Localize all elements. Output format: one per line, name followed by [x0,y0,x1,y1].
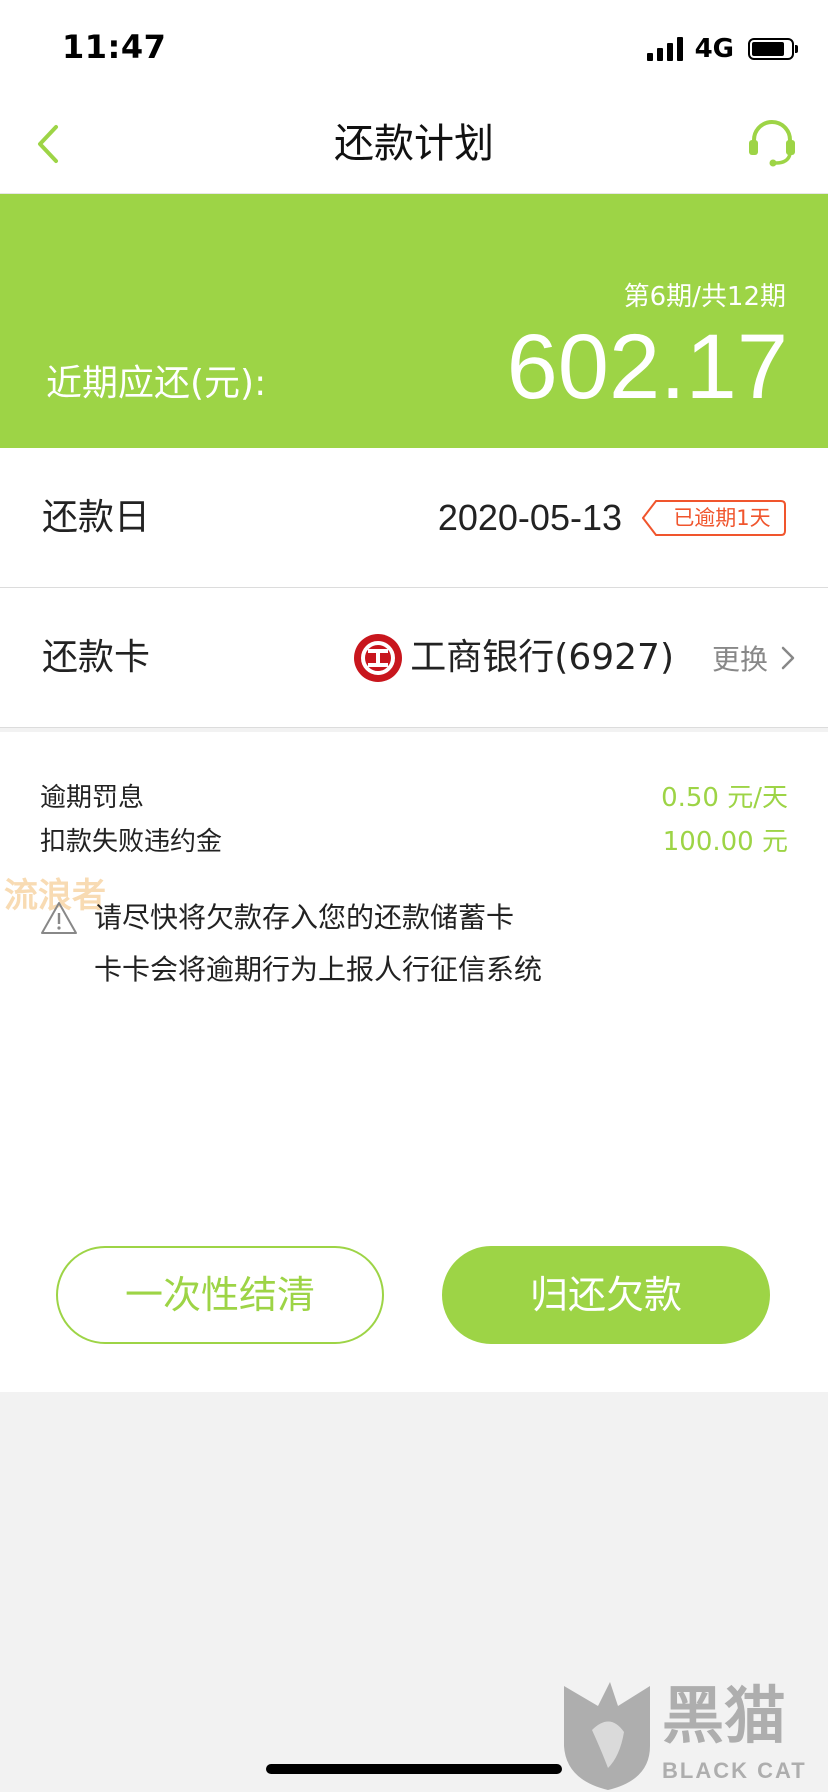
battery-icon [748,38,798,60]
overdue-badge: 已逾期1天 [642,500,786,536]
due-label: 近期应还(元): [46,363,267,404]
status-time: 11:47 [62,28,167,66]
network-label: 4G [694,34,734,64]
icbc-bank-icon [354,634,402,682]
summary-banner: 第6期/共12期 近期应还(元): 602.17 [0,194,828,448]
change-card-label: 更换 [711,643,768,676]
fee-row-default-charge: 扣款失败违约金 100.00 元 [40,820,788,864]
fees-section: 逾期罚息 0.50 元/天 扣款失败违约金 100.00 元 流浪者 请尽快将欠… [0,732,828,1392]
fee-value: 100.00 元 [662,827,788,857]
brand-sub: BLACK CAT [662,1758,807,1783]
info-section: 还款日 2020-05-13 已逾期1天 还款卡 工商银行(6927) 更换 [0,448,828,728]
bank-name: 工商银行(6927) [410,637,674,678]
repay-card-row[interactable]: 还款卡 工商银行(6927) 更换 [0,588,828,728]
chevron-right-icon [781,646,795,670]
action-buttons: 一次性结清 归还欠款 [0,1246,828,1346]
repay-button[interactable]: 归还欠款 [442,1246,770,1344]
overdue-badge-text: 已逾期1天 [673,506,771,530]
brand-name: 黑猫 [662,1679,787,1752]
fee-row-penalty: 逾期罚息 0.50 元/天 [40,776,788,820]
settle-all-button[interactable]: 一次性结清 [56,1246,384,1344]
fee-label: 逾期罚息 [40,783,145,813]
customer-service-button[interactable] [740,110,804,174]
repay-date-row: 还款日 2020-05-13 已逾期1天 [0,448,828,588]
signal-icon [646,37,683,61]
page-title: 还款计划 [334,121,494,167]
nav-bar: 还款计划 [0,96,828,194]
brand-logo: 黑猫 BLACK CAT [558,1676,828,1792]
change-card-button[interactable]: 更换 [712,588,798,728]
warning-icon [41,902,77,934]
fee-value: 0.50 元/天 [661,783,788,813]
status-indicators: 4G [646,34,798,64]
notice-line: 卡卡会将逾期行为上报人行征信系统 [94,953,543,986]
fee-label: 扣款失败违约金 [40,827,223,857]
repayment-plan-screen: 11:47 4G 还款计划 第6期/共12期 近期应还(元): 602.17 还… [0,0,828,1792]
headset-icon [749,120,795,167]
repay-date-label: 还款日 [42,497,151,538]
status-bar: 11:47 4G [0,0,828,96]
home-indicator [266,1764,562,1774]
period-label: 第6期/共12期 [623,282,786,312]
repay-card-label: 还款卡 [42,637,151,678]
notice-line: 请尽快将欠款存入您的还款储蓄卡 [94,901,515,934]
due-amount: 602.17 [506,316,788,418]
repay-date-value: 2020-05-13 [437,497,622,538]
